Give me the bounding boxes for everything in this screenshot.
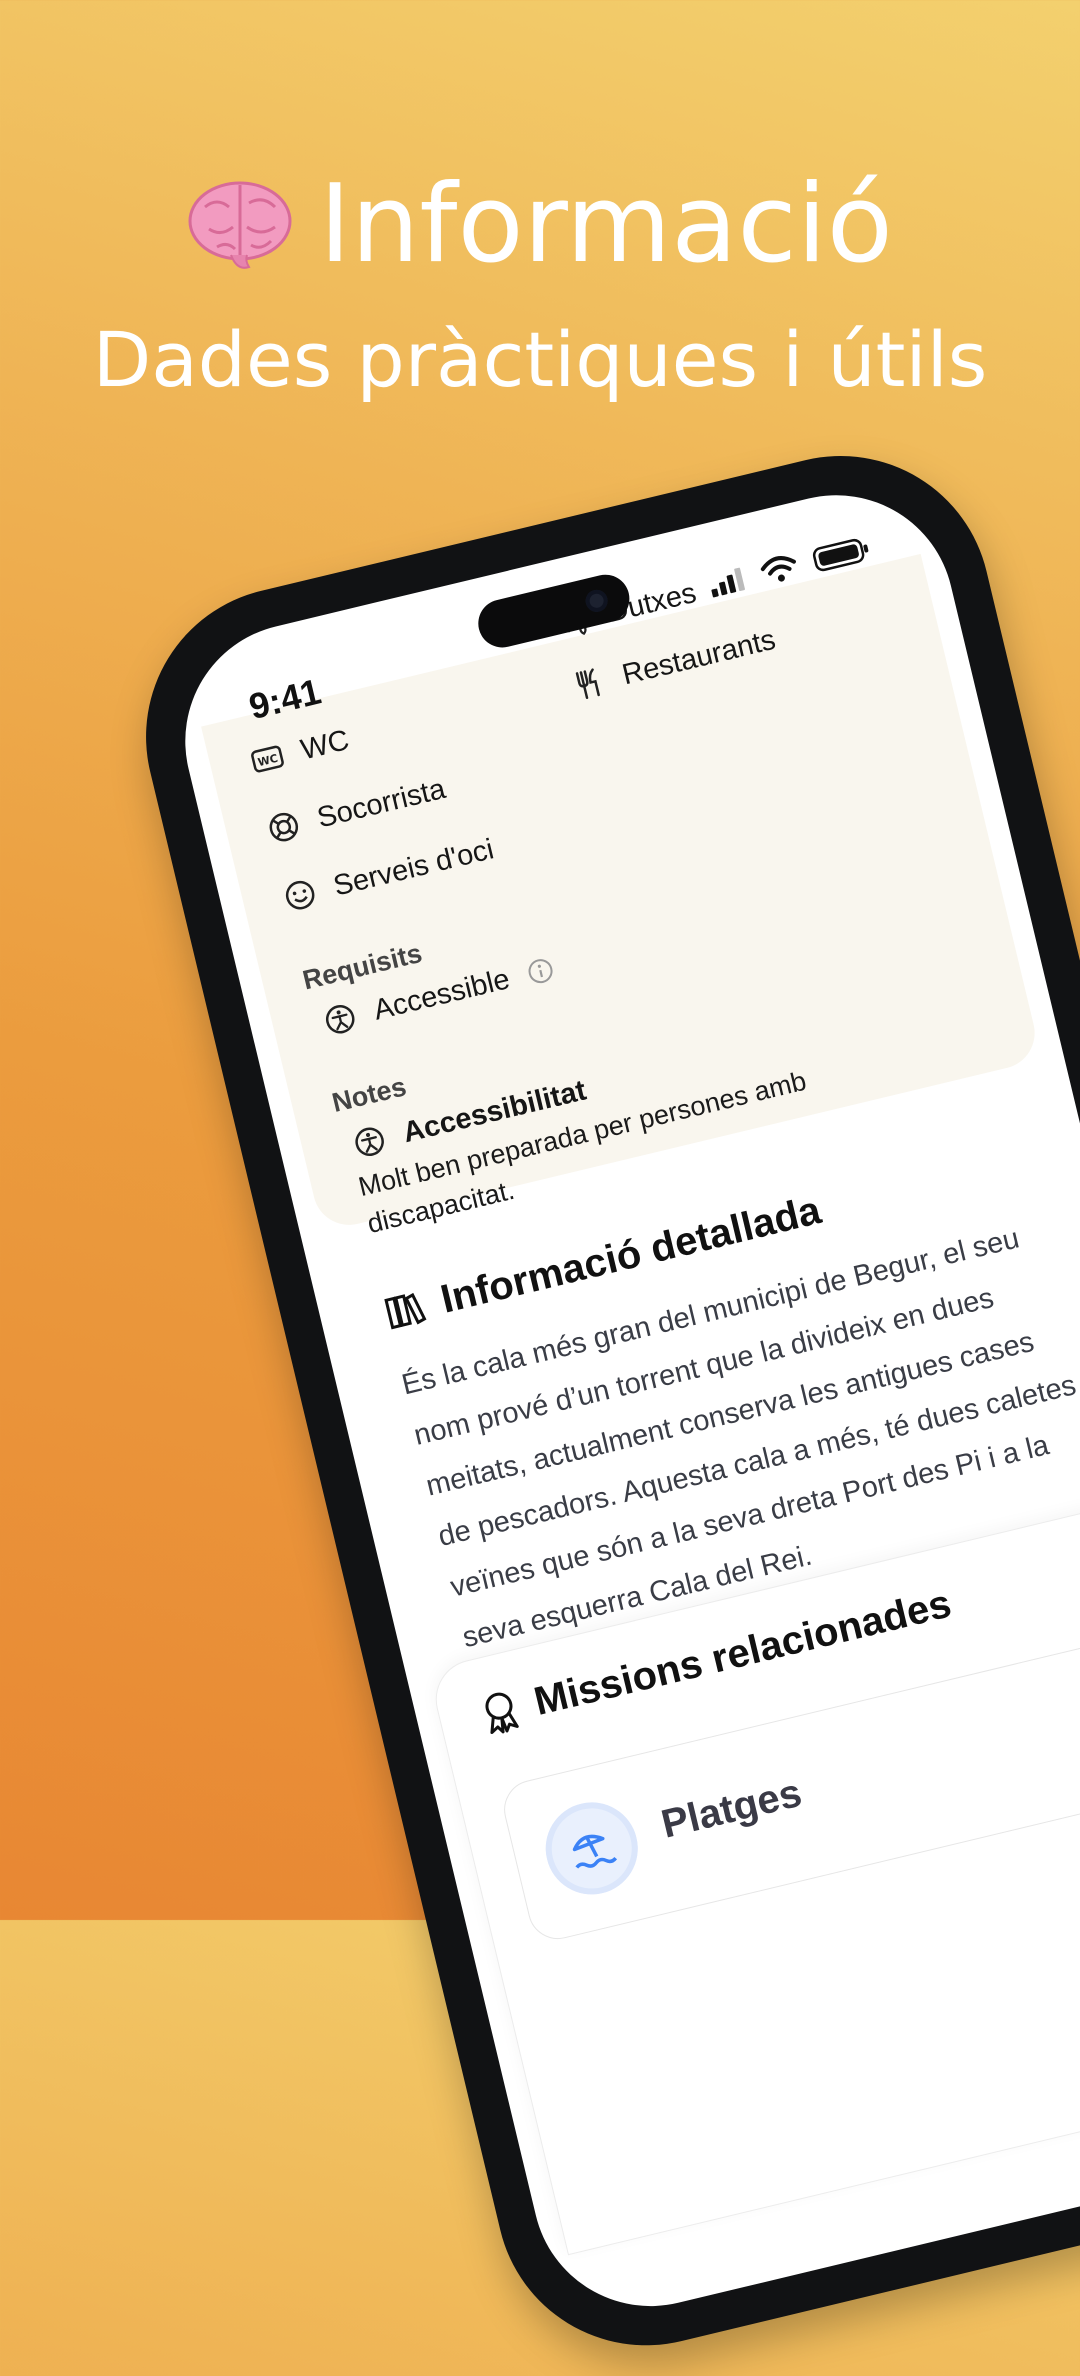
headline: Informació Dades pràctiques i útils — [0, 160, 1080, 410]
service-label: WC — [297, 723, 353, 766]
accessibility-icon — [355, 1127, 384, 1157]
wc-icon: WC — [251, 745, 284, 773]
service-label: Socorrista — [313, 772, 449, 835]
service-label: Serveis d'oci — [330, 832, 497, 903]
services-card: WC WC Socorrista Serveis d'oci Dutxes Re… — [201, 553, 1043, 1239]
accessibility-icon — [325, 1004, 355, 1034]
fork-knife-icon — [575, 668, 600, 700]
service-restaurants: Restaurants — [568, 623, 779, 705]
service-leisure: Serveis d'oci — [280, 832, 497, 915]
headline-subtitle: Dades pràctiques i útils — [92, 315, 988, 404]
notes-label: Notes — [329, 1071, 410, 1118]
wifi-icon — [760, 556, 796, 582]
phone-mockup: WC WC Socorrista Serveis d'oci Dutxes Re… — [115, 425, 1080, 2376]
signal-icon — [711, 567, 745, 598]
smile-icon — [285, 880, 315, 910]
brain-icon — [188, 181, 292, 269]
lifebuoy-icon — [269, 812, 299, 842]
service-wc: WC WC — [247, 723, 352, 779]
award-icon — [485, 1692, 519, 1734]
service-lifeguard: Socorrista — [263, 772, 448, 848]
beach-umbrella-icon — [536, 1792, 648, 1904]
headline-title-row: Informació — [0, 160, 1080, 290]
camera-icon — [583, 587, 610, 615]
info-icon[interactable] — [523, 954, 557, 988]
phone-screen: WC WC Socorrista Serveis d'oci Dutxes Re… — [161, 470, 1080, 2331]
service-label: Restaurants — [619, 623, 779, 691]
headline-title: Informació — [319, 162, 893, 287]
books-icon — [384, 1292, 427, 1329]
mission-name: Platges — [657, 1770, 806, 1847]
